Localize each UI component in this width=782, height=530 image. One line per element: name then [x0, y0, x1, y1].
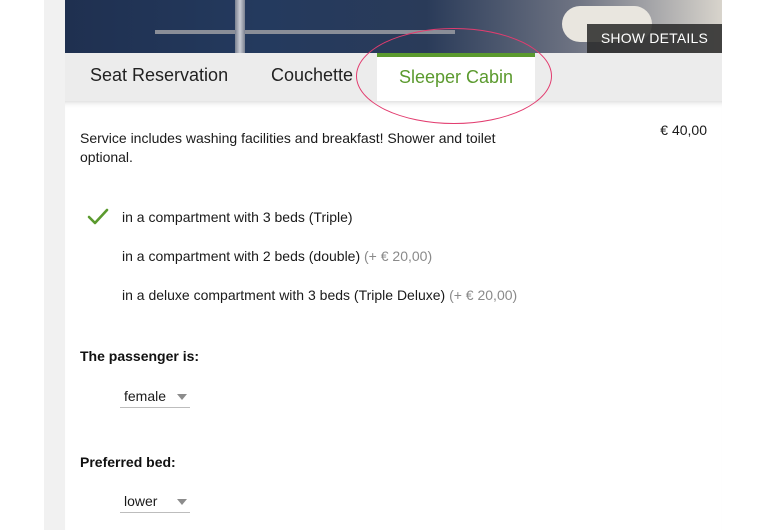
- option-text: in a compartment with 3 beds (Triple): [122, 209, 353, 225]
- preferred-bed-label: Preferred bed:: [80, 454, 176, 470]
- checkmark-icon: [87, 208, 109, 225]
- option-text: in a compartment with 2 beds (double): [122, 248, 361, 264]
- hero-image: SHOW DETAILS: [65, 0, 722, 53]
- tab-bar: Seat Reservation Couchette Sleeper Cabin: [65, 53, 722, 101]
- hero-pole: [235, 0, 245, 53]
- caret-down-icon: [177, 499, 187, 505]
- tab-seat-reservation[interactable]: Seat Reservation: [90, 53, 228, 101]
- tab-sleeper-cabin[interactable]: Sleeper Cabin: [377, 53, 535, 101]
- passenger-gender-select[interactable]: female: [120, 385, 190, 408]
- option-text: in a deluxe compartment with 3 beds (Tri…: [122, 287, 446, 303]
- select-value: lower: [124, 493, 158, 509]
- price: € 40,00: [660, 122, 707, 138]
- option-label: in a deluxe compartment with 3 beds (Tri…: [122, 284, 517, 306]
- hero-rail: [155, 30, 455, 34]
- sleeper-cabin-panel: Service includes washing facilities and …: [65, 101, 722, 530]
- caret-down-icon: [177, 394, 187, 400]
- option-surcharge: (+ € 20,00): [449, 287, 518, 303]
- preferred-bed-select[interactable]: lower: [120, 490, 190, 513]
- option-label: in a compartment with 3 beds (Triple): [122, 206, 353, 228]
- tab-couchette[interactable]: Couchette: [271, 53, 353, 101]
- option-label: in a compartment with 2 beds (double) (+…: [122, 245, 432, 267]
- passenger-label: The passenger is:: [80, 348, 200, 364]
- service-description: Service includes washing facilities and …: [80, 130, 496, 165]
- option-surcharge: (+ € 20,00): [364, 248, 433, 264]
- show-details-button[interactable]: SHOW DETAILS: [586, 24, 722, 53]
- select-value: female: [124, 388, 167, 404]
